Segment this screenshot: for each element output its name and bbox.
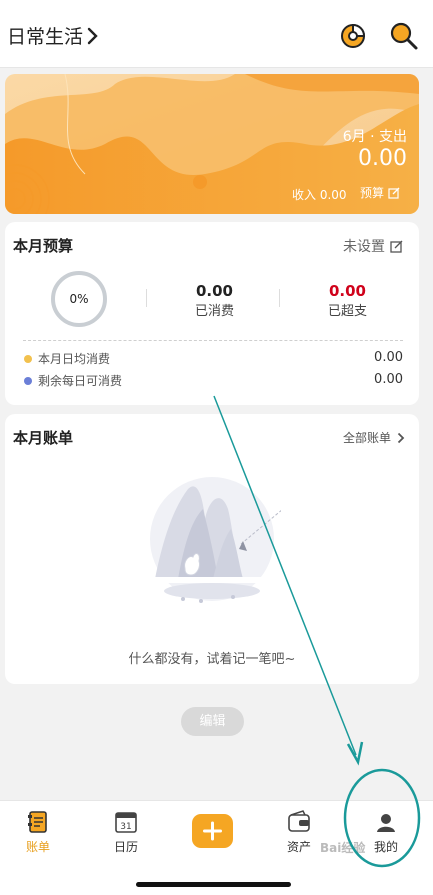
home-indicator [136, 882, 291, 887]
budget-percent: 0% [69, 292, 89, 306]
wallet-icon [288, 810, 310, 832]
spent-label: 已消费 [194, 304, 234, 319]
edit-icon [390, 240, 403, 253]
nav-item-calendar[interactable]: 31 日历 [96, 809, 156, 855]
all-bills-link[interactable]: 全部账单 [343, 429, 405, 446]
divider [146, 289, 147, 307]
book-name: 日常生活 [7, 26, 84, 48]
over-value: 0.00 [328, 282, 366, 300]
edit-icon [388, 187, 400, 199]
banner-income: 收入 0.00 [292, 188, 347, 202]
chevron-right-icon [87, 27, 98, 44]
ledger-icon [28, 811, 47, 833]
spent-value: 0.00 [195, 282, 233, 300]
summary-banner[interactable]: 6月 · 支出 0.00 收入 0.00 预算 [5, 74, 419, 214]
watermark: Bai经验 [320, 841, 366, 855]
bills-card: 本月账单 全部账单 什么都没有，试着记一笔吧~ [5, 414, 419, 684]
empty-state-illustration [143, 477, 281, 603]
bills-title: 本月账单 [13, 429, 74, 447]
spent-block: 0.00 已消费 [148, 282, 281, 319]
chevron-right-icon [397, 432, 405, 443]
yellow-dot-icon [24, 354, 32, 363]
banner-period: 6月 · 支出 [342, 129, 407, 145]
plus-icon [203, 821, 222, 841]
budget-title: 本月预算 [13, 237, 74, 255]
daily-avg-row: 本月日均消费 [24, 350, 110, 367]
svg-text:31: 31 [120, 822, 131, 832]
divider [279, 289, 280, 307]
budget-card[interactable]: 本月预算 未设置 0% 0.00 已消费 0.00 已超支 本月日均消费 0.0… [5, 222, 419, 405]
calendar-icon: 31 [115, 812, 137, 833]
search-icon[interactable] [388, 20, 420, 52]
remaining-value: 0.00 [374, 372, 403, 387]
annotation-arrowhead [346, 741, 364, 766]
daily-avg-value: 0.00 [374, 350, 403, 365]
pie-chart-icon[interactable] [337, 20, 369, 52]
remaining-row: 剩余每日可消费 [24, 372, 122, 389]
edit-button[interactable]: 编辑 [181, 707, 244, 736]
dashed-divider [23, 340, 403, 341]
add-record-button[interactable] [192, 814, 233, 848]
nav-item-bills[interactable]: 账单 [8, 809, 68, 855]
blue-dot-icon [24, 376, 32, 385]
budget-status-link[interactable]: 未设置 [343, 236, 403, 256]
banner-budget-link[interactable]: 预算 [360, 184, 400, 201]
banner-amount: 0.00 [358, 146, 407, 171]
bottom-nav: 账单 31 日历 资产 我的 Bai经验 [0, 800, 433, 895]
empty-state-text: 什么都没有，试着记一笔吧~ [128, 652, 296, 667]
book-selector[interactable]: 日常生活 [7, 22, 99, 49]
top-bar: 日常生活 [0, 0, 433, 68]
profile-icon [377, 814, 395, 832]
over-label: 已超支 [327, 304, 367, 319]
over-block: 0.00 已超支 [281, 282, 414, 319]
